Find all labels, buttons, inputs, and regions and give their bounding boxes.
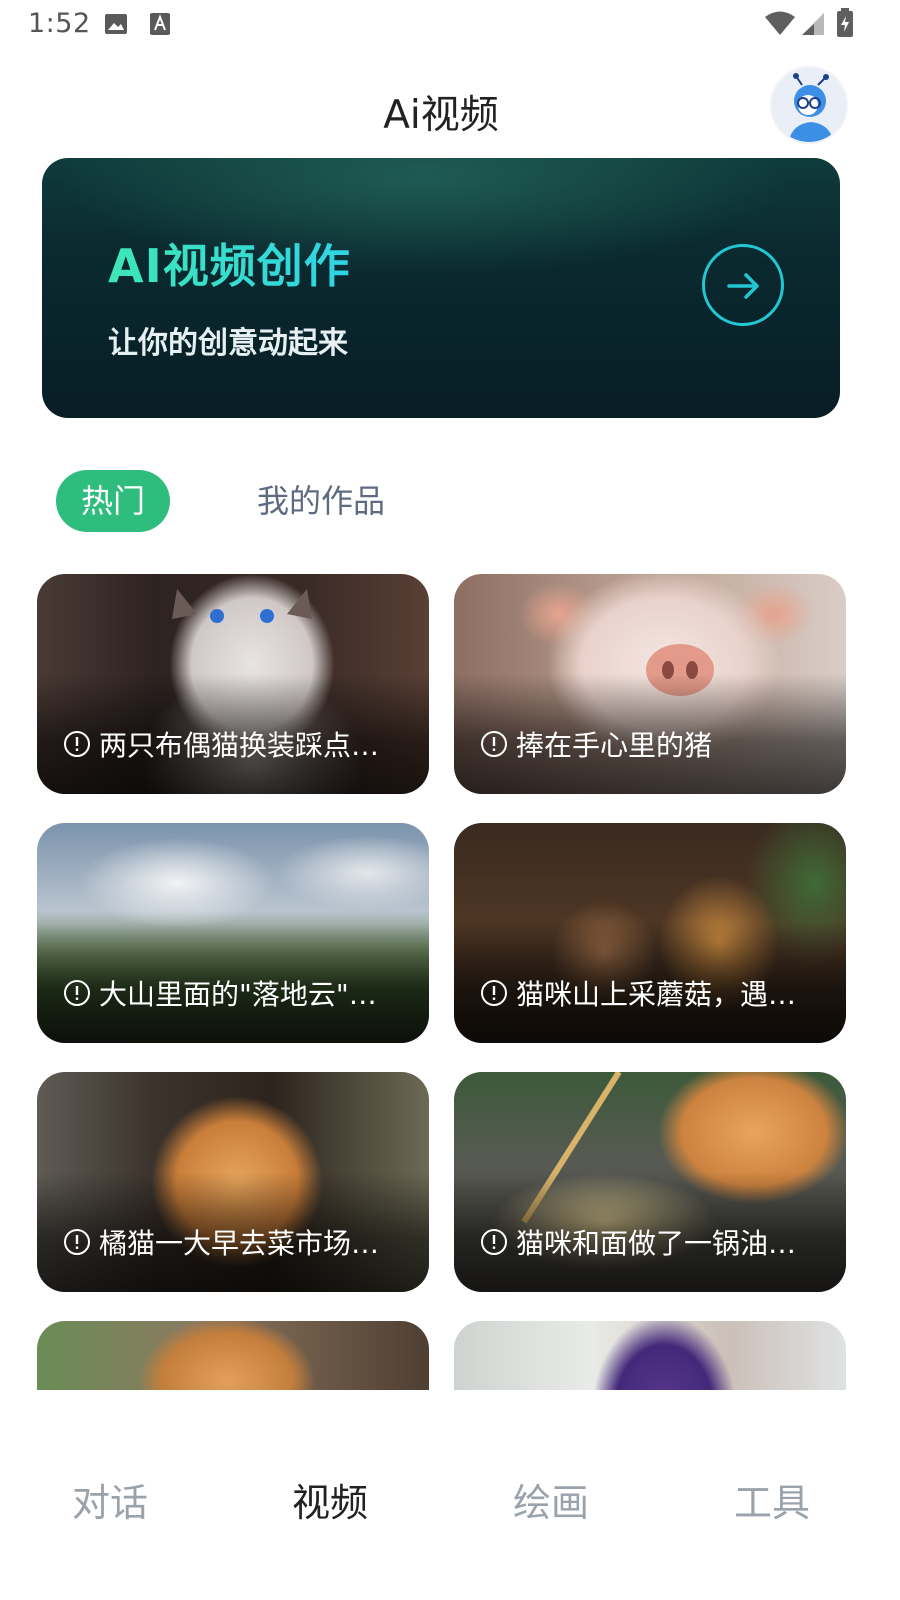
video-card-title: 猫咪山上采蘑菇，遇到... [516,978,816,1011]
video-card[interactable]: 两只布偶猫换装踩点走... [37,574,429,794]
nav-video[interactable]: 视频 [270,1472,390,1527]
video-grid: 两只布偶猫换装踩点走... 捧在手心里的猪 大山里面的"落地云"落... 猫咪山… [0,0,900,1390]
info-icon [63,1228,91,1256]
bottom-nav: 对话 视频 绘画 工具 [0,1420,900,1600]
video-card-title: 两只布偶猫换装踩点走... [99,729,399,762]
info-icon [63,979,91,1007]
video-card[interactable]: 猫咪和面做了一锅油条... [454,1072,846,1292]
info-icon [480,730,508,758]
video-card[interactable]: 橘猫一大早去菜市场买... [37,1072,429,1292]
video-card[interactable] [454,1321,846,1390]
nav-tools[interactable]: 工具 [712,1472,832,1527]
info-icon [480,979,508,1007]
video-card[interactable]: 大山里面的"落地云"落... [37,823,429,1043]
video-card-title: 橘猫一大早去菜市场买... [99,1227,399,1260]
nav-chat[interactable]: 对话 [50,1472,170,1527]
video-card[interactable]: 捧在手心里的猪 [454,574,846,794]
video-card[interactable]: 猫咪山上采蘑菇，遇到... [454,823,846,1043]
video-card-title: 捧在手心里的猪 [516,729,713,762]
info-icon [63,730,91,758]
video-card-title: 大山里面的"落地云"落... [99,978,399,1011]
video-card-title: 猫咪和面做了一锅油条... [516,1227,816,1260]
video-card[interactable] [37,1321,429,1390]
info-icon [480,1228,508,1256]
nav-draw[interactable]: 绘画 [491,1472,611,1527]
